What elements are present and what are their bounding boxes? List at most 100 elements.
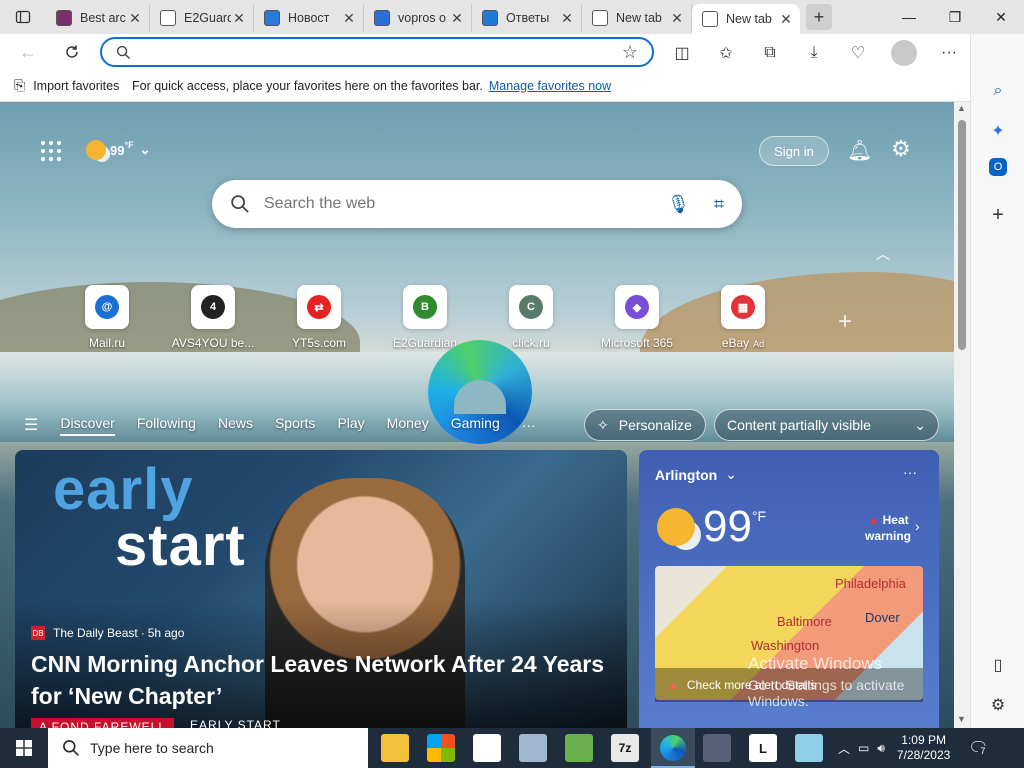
manage-favorites-link[interactable]: Manage favorites now [489,79,611,93]
clock[interactable]: 1:09 PM 7/28/2023 [897,733,950,763]
tab-3[interactable]: Новост ✕ [254,4,364,32]
collapse-chevron-icon[interactable]: ︿ [876,244,890,264]
import-favorites-button[interactable]: ⎘ Import favorites [0,77,132,94]
tab-title: New tab [726,12,772,26]
add-quick-link-icon[interactable]: + [838,308,852,336]
microsoft-store-icon[interactable] [427,734,455,762]
sign-in-button[interactable]: Sign in [759,136,829,166]
tab-6[interactable]: New tab ✕ [582,4,692,32]
back-button[interactable]: ← [10,36,46,68]
sidebar-copilot-icon[interactable]: ✦ [985,118,1011,144]
quick-link-tile: ▦ [721,285,765,329]
tray-overflow-chevron-icon[interactable]: ︿ [838,740,850,757]
close-tab-icon[interactable]: ✕ [669,10,685,27]
new-tab-button[interactable]: + [806,4,832,30]
browser-essentials-icon[interactable]: ♡ [847,42,869,64]
close-tab-icon[interactable]: ✕ [449,10,465,27]
address-input[interactable] [141,40,622,64]
close-tab-icon[interactable]: ✕ [341,10,357,27]
map-label-washington: Washington [751,638,820,653]
taskbar-search-box[interactable]: Type here to search [48,728,368,768]
video-editor-icon[interactable] [703,734,731,762]
collections-icon[interactable]: ⧉ [759,42,781,64]
hero-headline[interactable]: CNN Morning Anchor Leaves Network After … [31,648,621,712]
feed-tab-gaming[interactable]: Gaming [451,415,500,436]
sidebar-add-icon[interactable]: + [985,202,1011,228]
ebay-icon: ▦ [731,295,755,319]
tab-actions-button[interactable] [0,0,46,34]
7zip-icon[interactable]: 7z [611,734,639,762]
personalize-button[interactable]: ✧ Personalize [584,409,706,441]
scrollbar-thumb[interactable] [958,120,966,350]
tab-5[interactable]: Ответы ✕ [472,4,582,32]
quick-link-6[interactable]: ◆ Microsoft 365 [594,285,680,350]
notifications-bell-icon[interactable]: 🔔︎ [847,138,872,163]
feed-tab-play[interactable]: Play [337,415,364,436]
content-visibility-dropdown[interactable]: Content partially visible ⌄ [714,409,939,441]
close-window-button[interactable]: ✕ [978,0,1024,34]
quick-link-7[interactable]: ▦ eBay Ad [700,285,786,350]
maximize-button[interactable]: ❐ [932,0,978,34]
arcade-game-icon[interactable] [473,734,501,762]
sidebar-outlook-icon[interactable]: O [989,158,1007,176]
favorites-icon[interactable]: ✩ [715,42,737,64]
sidebar-settings-icon[interactable]: ⚙ [985,692,1011,718]
settings-more-icon[interactable]: ··· [938,42,960,64]
volume-icon[interactable]: 🔊︎ [877,741,885,756]
close-tab-icon[interactable]: ✕ [231,10,247,27]
profile-avatar[interactable] [891,40,917,66]
close-tab-icon[interactable]: ✕ [127,10,143,27]
heat-warning[interactable]: ▲ Heat warning [865,512,911,544]
address-bar[interactable]: ☆ [100,37,654,67]
tab-1[interactable]: Best arc ✕ [46,4,150,32]
quick-link-3[interactable]: ⇄ YT5s.com [276,285,362,350]
microphone-icon[interactable]: 🎙︎ [667,194,690,215]
weather-location[interactable]: Arlington ⌄ [655,466,737,483]
feed-menu-icon[interactable]: ☰ [24,415,38,435]
feed-tab-news[interactable]: News [218,415,253,436]
feed-tab-discover[interactable]: Discover [60,415,115,436]
apps-launcher-button[interactable] [40,140,62,165]
notepad-plus-icon[interactable] [565,734,593,762]
feed-more-button[interactable]: ··· [522,417,536,433]
weather-more-icon[interactable]: ··· [903,464,917,480]
quick-link-1[interactable]: @ Mail.ru [64,285,150,350]
quick-link-tile: 4 [191,285,235,329]
feed-tab-sports[interactable]: Sports [275,415,315,436]
hero-news-card[interactable]: early start DB The Daily Beast · 5h ago … [15,450,627,728]
edge-sidebar: ⌕ ✦ O + ▯ ⚙ [970,34,1024,728]
weather-card-unit: °F [751,508,767,524]
favorite-star-icon[interactable]: ☆ [622,42,638,63]
sidebar-toggle-icon[interactable]: ▯ [985,652,1011,678]
visual-search-icon[interactable]: ⌗ [714,194,724,215]
weather-widget-button[interactable]: 99 °F ⌄ [86,140,150,160]
notification-center-button[interactable]: 🗨︎ 7 [968,738,988,758]
minimize-button[interactable]: — [886,0,932,34]
split-screen-icon[interactable]: ◫ [671,42,693,64]
downloads-icon[interactable]: ⤓ [803,42,825,64]
refresh-button[interactable] [54,36,90,68]
tab-4[interactable]: vopros o ✕ [364,4,472,32]
edge-taskbar-button[interactable] [651,728,695,768]
document-app-icon[interactable]: L [749,734,777,762]
quick-link-5[interactable]: Cclick.ru [488,285,574,350]
network-icon[interactable]: ▭ [858,741,869,755]
system-tool-icon[interactable] [519,734,547,762]
page-settings-icon[interactable]: ⚙ [891,136,911,162]
close-tab-icon[interactable]: ✕ [559,10,575,27]
feed-tab-money[interactable]: Money [387,415,429,436]
page-scrollbar[interactable]: ▲ ▼ [954,102,970,728]
sidebar-search-icon[interactable]: ⌕ [985,78,1011,104]
quick-link-4[interactable]: B E2Guardian [382,285,468,350]
file-explorer-icon[interactable] [381,734,409,762]
web-search-box[interactable]: 🎙︎ ⌗ [212,180,742,228]
quick-link-2[interactable]: 4 AVS4YOU be... [170,285,256,350]
web-search-input[interactable] [264,195,667,213]
tab-7[interactable]: New tab ✕ [692,4,800,34]
back-arrow-icon: ← [19,41,37,62]
feed-tab-following[interactable]: Following [137,415,196,436]
notes-app-icon[interactable] [795,734,823,762]
tab-2[interactable]: E2Guard ✕ [150,4,254,32]
start-button[interactable] [0,728,48,768]
close-tab-icon[interactable]: ✕ [778,11,794,28]
